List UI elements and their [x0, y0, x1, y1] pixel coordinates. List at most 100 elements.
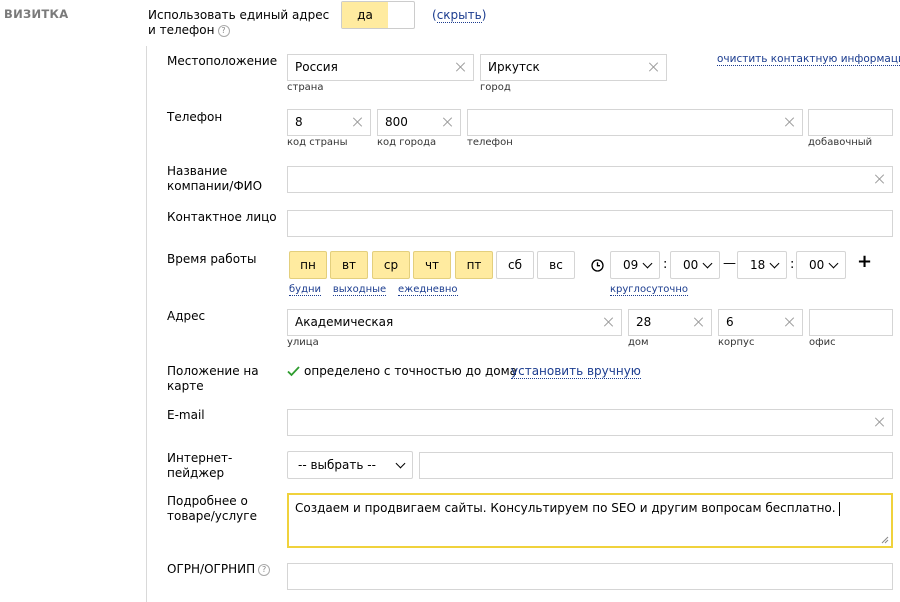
details-label: Подробнее о товаре/услуге — [167, 494, 257, 524]
to-hour-select[interactable]: 18 — [737, 251, 787, 279]
unified-toggle[interactable]: да — [341, 1, 415, 29]
clear-icon[interactable] — [784, 116, 796, 128]
phone-ext-input[interactable] — [808, 109, 893, 136]
messenger-input[interactable] — [419, 452, 893, 479]
clear-icon[interactable] — [874, 173, 886, 185]
company-input[interactable] — [287, 166, 893, 193]
clear-icon[interactable] — [455, 61, 467, 73]
ogrn-input[interactable] — [287, 563, 893, 590]
country-input[interactable]: Россия — [287, 54, 474, 81]
check-icon — [287, 366, 300, 377]
resize-handle-icon[interactable] — [881, 536, 889, 544]
preset-weekends[interactable]: выходные — [332, 284, 387, 296]
phone-city-code[interactable]: 800 — [377, 109, 461, 136]
country-value: Россия — [295, 60, 338, 74]
map-label-line1: Положение на — [167, 364, 259, 378]
to-min-value: 00 — [809, 258, 825, 272]
city-value: Иркутск — [488, 60, 540, 74]
clear-icon[interactable] — [693, 316, 705, 328]
clear-icon[interactable] — [603, 316, 615, 328]
day-wed[interactable]: ср — [372, 251, 410, 279]
from-min-select[interactable]: 00 — [670, 251, 720, 279]
address-label: Адрес — [167, 309, 206, 323]
map-label: Положение на карте — [167, 364, 259, 394]
house-input[interactable]: 28 — [628, 309, 712, 336]
details-value: Создаем и продвигаем сайты. Консультируе… — [295, 501, 836, 515]
details-label-line1: Подробнее о — [167, 494, 248, 508]
round-clock-link[interactable]: круглосуточно — [610, 284, 688, 296]
from-min-value: 00 — [683, 258, 699, 272]
clear-icon[interactable] — [648, 61, 660, 73]
unified-label-line2: и телефон — [148, 23, 215, 37]
to-min-select[interactable]: 00 — [796, 251, 846, 279]
phone-ext-caption: добавочный — [808, 137, 873, 148]
paren-close: ) — [481, 8, 487, 22]
day-sat[interactable]: сб — [496, 251, 534, 279]
house-value: 28 — [636, 315, 652, 329]
to-hour-value: 18 — [750, 258, 766, 272]
ogrn-label-text: ОГРН/ОГРНИП — [167, 562, 256, 576]
details-textarea[interactable]: Создаем и продвигаем сайты. Консультируе… — [287, 493, 893, 548]
map-status: определено с точностью до дома — [304, 364, 518, 378]
country-code-caption: код страны — [287, 137, 348, 148]
phone-country-code[interactable]: 8 — [287, 109, 371, 136]
company-label-line2: компании/ФИО — [167, 179, 263, 193]
hide-link-wrap: (скрыть) — [432, 8, 487, 23]
from-hour-select[interactable]: 09 — [610, 251, 660, 279]
hours-presets: будни выходные ежедневно — [289, 281, 458, 296]
time-colon-1: : — [663, 257, 668, 272]
clear-icon[interactable] — [352, 116, 364, 128]
day-sun[interactable]: вс — [537, 251, 575, 279]
clear-icon[interactable] — [784, 316, 796, 328]
contact-person-input[interactable] — [287, 210, 893, 237]
clear-icon[interactable] — [874, 416, 886, 428]
contact-person-label: Контактное лицо — [167, 210, 277, 224]
location-label: Местоположение — [167, 54, 278, 68]
phone-number-input[interactable] — [467, 109, 803, 136]
building-caption: корпус — [718, 337, 755, 348]
company-label: Название компании/ФИО — [167, 164, 262, 194]
office-input[interactable] — [809, 309, 893, 336]
hide-link[interactable]: скрыть — [436, 8, 482, 23]
time-dash: — — [723, 256, 736, 271]
unified-label: Использовать единый адрес и телефон? — [148, 8, 329, 38]
day-fri[interactable]: пт — [455, 251, 493, 279]
company-label-line1: Название — [167, 164, 228, 178]
day-tue[interactable]: вт — [330, 251, 368, 279]
ogrn-label: ОГРН/ОГРНИП? — [167, 562, 271, 577]
details-label-line2: товаре/услуге — [167, 509, 257, 523]
street-input[interactable]: Академическая — [287, 309, 622, 336]
preset-weekdays[interactable]: будни — [289, 284, 322, 296]
phone-number-caption: телефон — [467, 137, 513, 148]
manual-link-wrap: установить вручную — [511, 364, 641, 379]
toggle-yes[interactable]: да — [342, 2, 388, 28]
phone-label: Телефон — [167, 110, 223, 124]
email-label: E-mail — [167, 408, 205, 422]
round-clock-wrap: круглосуточно — [610, 281, 688, 296]
clear-contact-link[interactable]: очистить контактную информацию — [717, 53, 900, 66]
messenger-label: Интернет- пейджер — [167, 451, 232, 481]
email-input[interactable] — [287, 409, 893, 436]
day-mon[interactable]: пн — [289, 251, 327, 279]
house-caption: дом — [628, 337, 649, 348]
text-cursor — [838, 501, 840, 516]
city-code-value: 800 — [385, 115, 408, 129]
set-manually-link[interactable]: установить вручную — [511, 364, 641, 379]
country-caption: страна — [287, 82, 324, 93]
hours-label: Время работы — [167, 252, 257, 266]
city-code-caption: код города — [377, 137, 437, 148]
help-icon[interactable]: ? — [258, 563, 271, 576]
clock-icon — [591, 259, 604, 272]
messenger-select-value: -- выбрать -- — [298, 458, 376, 472]
clear-icon[interactable] — [442, 116, 454, 128]
city-input[interactable]: Иркутск — [480, 54, 667, 81]
help-icon[interactable]: ? — [217, 24, 230, 37]
add-hours-button[interactable]: + — [857, 251, 872, 272]
chevron-down-icon — [702, 258, 713, 269]
building-input[interactable]: 6 — [718, 309, 803, 336]
chevron-down-icon — [642, 258, 653, 269]
messenger-select[interactable]: -- выбрать -- — [287, 451, 413, 479]
chevron-down-icon — [828, 258, 839, 269]
day-thu[interactable]: чт — [413, 251, 451, 279]
preset-daily[interactable]: ежедневно — [398, 284, 458, 296]
